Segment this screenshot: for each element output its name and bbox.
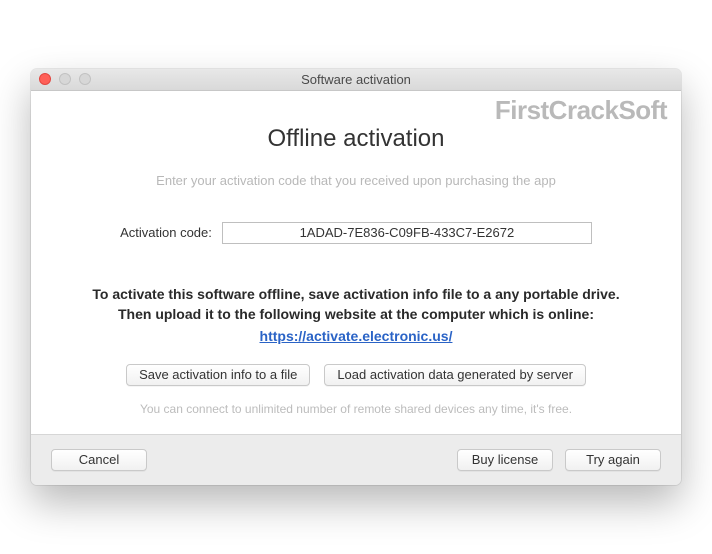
traffic-lights (39, 73, 91, 85)
page-title: Offline activation (57, 125, 655, 153)
zoom-icon (79, 73, 91, 85)
buy-license-button[interactable]: Buy license (457, 449, 553, 471)
try-again-button[interactable]: Try again (565, 449, 661, 471)
close-icon[interactable] (39, 73, 51, 85)
save-activation-button[interactable]: Save activation info to a file (126, 364, 310, 386)
page-subtitle: Enter your activation code that you rece… (57, 173, 655, 188)
titlebar: Software activation (31, 69, 681, 91)
activation-code-label: Activation code: (120, 225, 212, 240)
activation-window: Software activation FirstCrackSoft Offli… (31, 69, 681, 486)
activation-code-row: Activation code: (57, 222, 655, 244)
activation-code-input[interactable] (222, 222, 592, 244)
footer-bar: Cancel Buy license Try again (31, 434, 681, 485)
action-buttons-row: Save activation info to a file Load acti… (57, 364, 655, 386)
load-activation-button[interactable]: Load activation data generated by server (324, 364, 586, 386)
window-title: Software activation (31, 72, 681, 87)
cancel-button[interactable]: Cancel (51, 449, 147, 471)
link-row: https://activate.electronic.us/ (57, 328, 655, 346)
footer-right-group: Buy license Try again (457, 449, 661, 471)
minimize-icon (59, 73, 71, 85)
watermark-text: FirstCrackSoft (495, 95, 667, 126)
footnote-text: You can connect to unlimited number of r… (57, 402, 655, 416)
instructions-text: To activate this software offline, save … (57, 284, 655, 325)
content-area: FirstCrackSoft Offline activation Enter … (31, 91, 681, 435)
activation-url-link[interactable]: https://activate.electronic.us/ (260, 328, 453, 344)
